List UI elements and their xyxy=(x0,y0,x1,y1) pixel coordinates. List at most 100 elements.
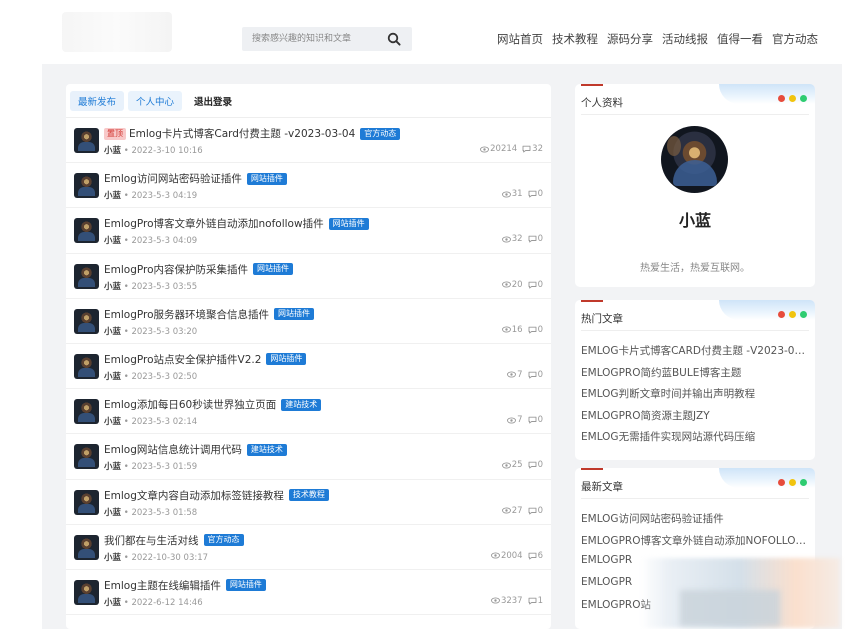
post-title[interactable]: Emlog主题在线编辑插件 xyxy=(104,578,221,593)
post-row[interactable]: EmlogPro站点安全保护插件V2.2 网站插件 小蓝 • 2023-5-3 02… xyxy=(66,344,551,390)
post-title[interactable]: EmlogPro博客文章外链自动添加nofollow插件 xyxy=(104,216,324,231)
category-badge[interactable]: 技术教程 xyxy=(288,489,329,501)
widget-header: 热门文章 xyxy=(581,300,815,331)
author-avatar[interactable] xyxy=(74,128,99,153)
post-link[interactable]: EMLOGPRO简约蓝BULE博客主题 xyxy=(581,365,809,387)
author-avatar[interactable] xyxy=(74,534,99,560)
nav-item-home[interactable]: 网站首页 xyxy=(497,31,543,47)
post-row[interactable]: Emlog主题在线编辑插件 网站插件 小蓝 • 2022-6-12 14:46 323… xyxy=(66,570,551,616)
post-link[interactable]: EMLOG访问网站密码验证插件 xyxy=(581,511,809,533)
comment-count: 0 xyxy=(528,234,543,244)
post-author[interactable]: 小蓝 xyxy=(104,553,121,563)
post-author[interactable]: 小蓝 xyxy=(104,372,121,382)
post-author[interactable]: 小蓝 xyxy=(104,598,121,608)
site-logo[interactable] xyxy=(62,12,172,52)
comment-count: 0 xyxy=(528,460,543,470)
post-meta: 小蓝 • 2022-10-30 03:17 xyxy=(104,551,208,563)
category-badge[interactable]: 建站技术 xyxy=(246,443,287,456)
meta-separator: • xyxy=(121,597,132,608)
search-input[interactable] xyxy=(242,27,382,51)
post-row[interactable]: Emlog文章内容自动添加标签链接教程 技术教程 小蓝 • 2023-5-3 01:… xyxy=(66,480,551,525)
post-author[interactable]: 小蓝 xyxy=(104,282,121,292)
post-meta: 小蓝 • 2022-6-12 14:46 xyxy=(104,596,203,608)
post-stats: 27 0 xyxy=(501,506,543,516)
post-title[interactable]: EmlogPro服务器环境聚合信息插件 xyxy=(104,307,269,322)
meta-separator: • xyxy=(121,552,132,563)
search-icon[interactable] xyxy=(382,27,406,51)
post-row[interactable]: Emlog网站信息统计调用代码 建站技术 小蓝 • 2023-5-3 01:59 25… xyxy=(66,434,551,480)
category-badge[interactable]: 官方动态 xyxy=(203,534,244,547)
post-link[interactable]: EMLOGPR xyxy=(581,554,809,576)
author-avatar[interactable] xyxy=(74,353,99,379)
post-title[interactable]: Emlog文章内容自动添加标签链接教程 xyxy=(104,488,284,503)
post-link[interactable]: EMLOG判断文章时间并输出声明教程 xyxy=(581,386,809,408)
author-avatar[interactable] xyxy=(74,399,99,425)
nav-item-worth[interactable]: 值得一看 xyxy=(717,31,763,47)
category-badge[interactable]: 网站插件 xyxy=(274,308,315,321)
post-title[interactable]: Emlog添加每日60秒读世界独立页面 xyxy=(104,397,276,412)
post-title[interactable]: Emlog卡片式博客Card付费主题 -v2023-03-04 xyxy=(129,126,355,141)
author-avatar[interactable] xyxy=(74,444,99,470)
post-author[interactable]: 小蓝 xyxy=(104,508,121,518)
post-row[interactable]: EmlogPro服务器环境聚合信息插件 网站插件 小蓝 • 2023-5-3 03:… xyxy=(66,299,551,344)
eye-icon xyxy=(507,417,517,424)
tab-user-center[interactable]: 个人中心 xyxy=(128,90,183,111)
post-title[interactable]: EmlogPro内容保护防采集插件 xyxy=(104,262,248,277)
category-badge[interactable]: 建站技术 xyxy=(281,398,322,411)
profile-avatar[interactable] xyxy=(661,126,728,193)
post-author[interactable]: 小蓝 xyxy=(104,327,121,337)
post-stats: 70 xyxy=(507,415,543,425)
nav-item-tutorials[interactable]: 技术教程 xyxy=(552,31,598,47)
post-author[interactable]: 小蓝 xyxy=(104,417,121,427)
author-avatar[interactable] xyxy=(74,308,99,334)
comment-icon xyxy=(528,416,537,424)
post-link[interactable]: EMLOGPRO博客文章外链自动添加NOFOLLOW插件 xyxy=(581,533,809,555)
comment-count-value: 0 xyxy=(537,279,543,290)
tab-latest[interactable]: 最新发布 xyxy=(70,90,125,111)
eye-icon xyxy=(501,281,511,288)
category-badge[interactable]: 网站插件 xyxy=(328,217,369,230)
category-badge[interactable]: 网站插件 xyxy=(225,579,266,592)
post-author[interactable]: 小蓝 xyxy=(104,191,121,201)
post-row[interactable]: Emlog访问网站密码验证插件 网站插件 小蓝 • 2023-5-3 04:19 31… xyxy=(66,163,551,209)
view-count: 16 xyxy=(501,325,523,335)
post-row[interactable]: 置顶 Emlog卡片式博客Card付费主题 -v2023-03-04 官方动态 小蓝 … xyxy=(66,118,551,164)
post-author[interactable]: 小蓝 xyxy=(104,462,121,472)
category-badge[interactable]: 网站插件 xyxy=(246,172,287,185)
tab-logout[interactable]: 退出登录 xyxy=(186,91,240,111)
post-link[interactable]: EMLOGPRO站 xyxy=(581,597,809,619)
post-link[interactable]: EMLOGPR xyxy=(581,576,809,598)
post-title[interactable]: Emlog网站信息统计调用代码 xyxy=(104,442,242,457)
author-avatar[interactable] xyxy=(74,579,99,605)
latest-posts-widget: 最新文章 EMLOG访问网站密码验证插件 EMLOGPRO博客文章外链自动添加NO… xyxy=(575,468,815,629)
post-row[interactable]: EmlogPro内容保护防采集插件 网站插件 小蓝 • 2023-5-3 03:55… xyxy=(66,254,551,299)
post-title[interactable]: Emlog访问网站密码验证插件 xyxy=(104,171,242,186)
post-row[interactable]: EmlogPro博客文章外链自动添加nofollow插件 网站插件 小蓝 • 202… xyxy=(66,208,551,254)
author-avatar[interactable] xyxy=(74,489,99,515)
post-meta: 小蓝 • 2022-3-10 10:16 xyxy=(104,144,203,156)
comment-icon xyxy=(522,145,531,153)
author-avatar[interactable] xyxy=(74,173,99,199)
post-title[interactable]: 我们都在与生活对线 xyxy=(104,533,199,548)
category-badge[interactable]: 网站插件 xyxy=(253,263,294,276)
nav-item-source[interactable]: 源码分享 xyxy=(607,31,653,47)
post-title[interactable]: EmlogPro站点安全保护插件V2.2 xyxy=(104,352,261,367)
post-row[interactable]: Emlog添加每日60秒读世界独立页面 建站技术 小蓝 • 2023-5-3 02:… xyxy=(66,389,551,435)
author-avatar[interactable] xyxy=(74,218,99,244)
post-meta: 小蓝 • 2023-5-3 01:59 xyxy=(104,460,197,472)
post-author[interactable]: 小蓝 xyxy=(104,236,121,246)
post-link[interactable]: EMLOG卡片式博客CARD付费主题 -V2023-03-04 xyxy=(581,343,809,365)
post-link[interactable]: EMLOG无需插件实现网站源代码压缩 xyxy=(581,429,809,451)
nav-item-deals[interactable]: 活动线报 xyxy=(662,31,708,47)
author-avatar[interactable] xyxy=(74,263,99,289)
view-count-value: 2004 xyxy=(500,550,523,561)
post-author[interactable]: 小蓝 xyxy=(104,146,121,156)
category-badge[interactable]: 官方动态 xyxy=(360,127,401,140)
view-count: 7 xyxy=(507,415,523,426)
view-count-value: 7 xyxy=(517,415,523,426)
category-badge[interactable]: 网站插件 xyxy=(266,353,307,366)
nav-item-official[interactable]: 官方动态 xyxy=(772,31,818,47)
post-link[interactable]: EMLOGPRO简资源主题JZY xyxy=(581,408,809,430)
post-row[interactable]: 我们都在与生活对线 官方动态 小蓝 • 2022-10-30 03:17 2004 6 xyxy=(66,525,551,570)
view-count: 27 xyxy=(501,506,523,516)
